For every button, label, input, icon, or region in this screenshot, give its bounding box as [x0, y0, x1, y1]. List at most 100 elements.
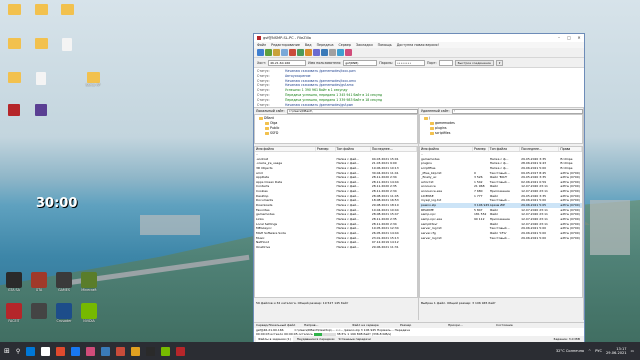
taskbar-app-icon[interactable] — [26, 346, 36, 356]
file-row[interactable]: OneDrive Папка с фай... 29.06.2021 11:31 — [255, 245, 417, 250]
username-input[interactable] — [343, 59, 378, 66]
col-modified[interactable]: Последнее... — [520, 147, 560, 151]
tray-arrow-icon[interactable]: ^ — [588, 349, 591, 353]
close-button[interactable]: ✕ — [574, 34, 584, 42]
menu-transfer[interactable]: Передача — [317, 43, 334, 47]
col-modified[interactable]: Последнее... — [371, 147, 417, 151]
toolbar-button-icon[interactable] — [265, 49, 272, 56]
desktop-shortcut[interactable]: GAMES — [53, 272, 75, 293]
local-status: 59 файлов и 32 каталога. Общий размер: 1… — [254, 300, 418, 306]
tree-item[interactable]: SSFD — [257, 131, 415, 136]
queue-col-priority[interactable]: Приори... — [446, 323, 494, 327]
remote-file-list: Имя файла Размер Тип файла Последнее... … — [419, 146, 583, 298]
folder-icon — [34, 4, 48, 15]
col-name[interactable]: Имя файла — [420, 147, 473, 151]
taskbar-app-icon[interactable] — [101, 346, 111, 356]
menu-file[interactable]: Файл — [257, 43, 266, 47]
folder-icon — [265, 127, 269, 130]
desktop-icon[interactable] — [30, 38, 52, 50]
search-icon[interactable]: ⚲ — [16, 348, 20, 355]
remote-path-input[interactable] — [451, 108, 583, 114]
col-name[interactable]: Имя файла — [255, 147, 316, 151]
toolbar-button-icon[interactable] — [305, 49, 312, 56]
taskbar-app-icon[interactable] — [176, 346, 186, 356]
desktop-icon[interactable] — [3, 72, 25, 84]
minimize-button[interactable]: – — [554, 34, 564, 42]
menu-help[interactable]: Помощь — [378, 43, 392, 47]
desktop-icon[interactable] — [30, 72, 52, 86]
desktop-shortcut[interactable]: GTA — [28, 272, 50, 293]
taskbar-app-icon[interactable] — [41, 346, 51, 356]
desktop-icon[interactable] — [56, 4, 78, 16]
desktop-shortcut[interactable]: Crusader — [53, 303, 75, 324]
desktop-shortcut[interactable]: NVIDIA — [78, 303, 100, 324]
notifications-icon[interactable]: ▭ — [631, 349, 634, 353]
local-path-input[interactable] — [286, 108, 418, 114]
col-type[interactable]: Тип файла — [489, 147, 521, 151]
desktop-icon[interactable] — [56, 38, 78, 52]
start-button[interactable]: ⊞ — [4, 347, 10, 355]
language-indicator[interactable]: РУС — [595, 349, 602, 353]
taskbar-app-icon[interactable] — [71, 346, 81, 356]
desktop-shortcut[interactable]: Minecraft — [78, 272, 100, 293]
menu-bookmarks[interactable]: Закладки — [356, 43, 373, 47]
quickconnect-dropdown[interactable]: ▾ — [495, 59, 504, 66]
desktop-shortcut[interactable]: GTA SA — [3, 272, 25, 293]
file-row[interactable]: server_log.txt Текстовый ... 29.06.2021 5:… — [420, 236, 582, 241]
taskbar-app-icon[interactable] — [56, 346, 66, 356]
title-bar[interactable]: gsf@NSMP-SL-PC - FileZilla – □ ✕ — [254, 34, 584, 42]
queue-col-local[interactable]: Сервер/Локальный файл — [254, 323, 302, 327]
desktop-shortcut[interactable]: FACEIT — [3, 303, 25, 324]
desktop-shortcut[interactable] — [28, 303, 50, 320]
file-name: OneDrive — [256, 244, 271, 249]
toolbar-button-icon[interactable] — [289, 49, 296, 56]
queue-col-size[interactable]: Размер — [398, 323, 446, 327]
folder-icon — [34, 38, 48, 49]
col-type[interactable]: Тип файла — [336, 147, 371, 151]
taskbar-app-icon[interactable] — [116, 346, 126, 356]
weather[interactable]: 32°C Солнечно — [556, 349, 584, 353]
quickconnect-button[interactable]: Быстрое соединение — [454, 59, 494, 66]
toolbar-button-icon[interactable] — [313, 49, 320, 56]
host-input[interactable] — [268, 59, 307, 66]
tree-item[interactable]: scriptfiles — [422, 131, 580, 136]
menu-edit[interactable]: Редактирование — [271, 43, 300, 47]
toolbar-button-icon[interactable] — [329, 49, 336, 56]
taskbar-app-icon[interactable] — [86, 346, 96, 356]
col-permissions[interactable]: Права — [559, 147, 582, 151]
desktop-icon[interactable] — [30, 104, 52, 117]
toolbar-button-icon[interactable] — [337, 49, 344, 56]
folder-icon — [7, 4, 21, 15]
menu-server[interactable]: Сервер — [338, 43, 351, 47]
clock[interactable]: 13:17 29.06.2021 — [606, 347, 627, 356]
remote-status: Выбран 1 файл. Общий размер: 3 106 945 б… — [419, 300, 583, 306]
file-panes: Локальный сайт: DBantOlgaPublicSSFD Имя … — [254, 108, 584, 320]
password-input[interactable] — [395, 59, 425, 66]
toolbar-button-icon[interactable] — [273, 49, 280, 56]
toolbar-button-icon[interactable] — [281, 49, 288, 56]
queue-col-remote[interactable]: Файл на сервере — [350, 323, 398, 327]
taskbar-app-icon[interactable] — [131, 346, 141, 356]
port-input[interactable] — [438, 59, 453, 66]
desktop-icon[interactable] — [3, 104, 25, 117]
taskbar-app-icon[interactable] — [161, 346, 171, 356]
menu-view[interactable]: Вид — [305, 43, 312, 47]
taskbar-app-icon[interactable] — [146, 346, 156, 356]
toolbar-button-icon[interactable] — [257, 49, 264, 56]
file-name: server_log.txt — [421, 235, 442, 240]
menu-new-version[interactable]: Доступна новая версия! — [397, 43, 439, 47]
maximize-button[interactable]: □ — [564, 34, 574, 42]
col-size[interactable]: Размер — [316, 147, 336, 151]
desktop-icon[interactable] — [30, 4, 52, 16]
toolbar-button-icon[interactable] — [321, 49, 328, 56]
queue-col-status[interactable]: Состояние — [494, 323, 542, 327]
toolbar-button-icon[interactable] — [345, 49, 352, 56]
queue-col-direction[interactable]: Направ... — [302, 323, 350, 327]
desktop-icon[interactable] — [3, 38, 25, 50]
desktop-icon[interactable]: Samp RP — [82, 72, 104, 88]
games-icon — [56, 272, 72, 288]
app-icon — [31, 303, 47, 319]
col-size[interactable]: Размер — [473, 147, 489, 151]
desktop-icon[interactable] — [3, 4, 25, 16]
toolbar-button-icon[interactable] — [297, 49, 304, 56]
